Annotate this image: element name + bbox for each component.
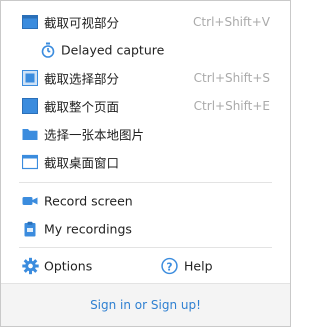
capture-visible-item[interactable]: 截取可视部分 Ctrl+Shift+V: [1, 8, 290, 36]
delayed-capture-item[interactable]: Delayed capture: [1, 36, 290, 64]
video-camera-icon: [22, 197, 38, 205]
record-screen-label: Record screen: [44, 193, 133, 209]
options-help-row: Options ? Help: [1, 252, 290, 280]
my-recordings-label: My recordings: [44, 221, 132, 237]
timer-icon: [41, 42, 55, 58]
my-recordings-item[interactable]: My recordings: [1, 215, 290, 243]
capture-desktop-item[interactable]: 截取桌面窗口: [1, 148, 290, 176]
capture-entire-shortcut: Ctrl+Shift+E: [193, 99, 270, 113]
divider: [19, 182, 272, 183]
selection-icon: [22, 70, 38, 86]
record-screen-item[interactable]: Record screen: [1, 187, 290, 215]
delayed-capture-label: Delayed capture: [61, 42, 165, 58]
options-label[interactable]: Options: [44, 259, 92, 274]
visible-area-icon: [22, 15, 38, 29]
full-page-icon: [22, 98, 38, 114]
capture-desktop-label: 截取桌面窗口: [44, 155, 120, 171]
choose-local-image-item[interactable]: 选择一张本地图片: [1, 120, 290, 148]
footer: Sign in or Sign up!: [1, 283, 290, 326]
desktop-window-icon: [22, 154, 38, 170]
capture-menu-popup: 截取可视部分 Ctrl+Shift+V Delayed capture 截取选择…: [0, 0, 291, 327]
capture-selection-label: 截取选择部分: [44, 71, 120, 87]
help-icon[interactable]: ?: [161, 257, 178, 275]
divider: [19, 247, 272, 248]
capture-entire-label: 截取整个页面: [44, 99, 120, 115]
capture-selection-shortcut: Ctrl+Shift+S: [193, 71, 270, 85]
capture-visible-label: 截取可视部分: [44, 15, 120, 31]
clipboard-icon: [24, 221, 36, 237]
help-label[interactable]: Help: [184, 259, 213, 274]
capture-selection-item[interactable]: 截取选择部分 Ctrl+Shift+S: [1, 64, 290, 92]
gear-icon[interactable]: [22, 257, 39, 275]
svg-text:?: ?: [166, 260, 172, 273]
choose-local-image-label: 选择一张本地图片: [44, 127, 145, 143]
sign-in-link[interactable]: Sign in or Sign up!: [1, 298, 290, 312]
capture-entire-item[interactable]: 截取整个页面 Ctrl+Shift+E: [1, 92, 290, 120]
capture-visible-shortcut: Ctrl+Shift+V: [193, 15, 270, 29]
folder-icon: [22, 129, 38, 140]
